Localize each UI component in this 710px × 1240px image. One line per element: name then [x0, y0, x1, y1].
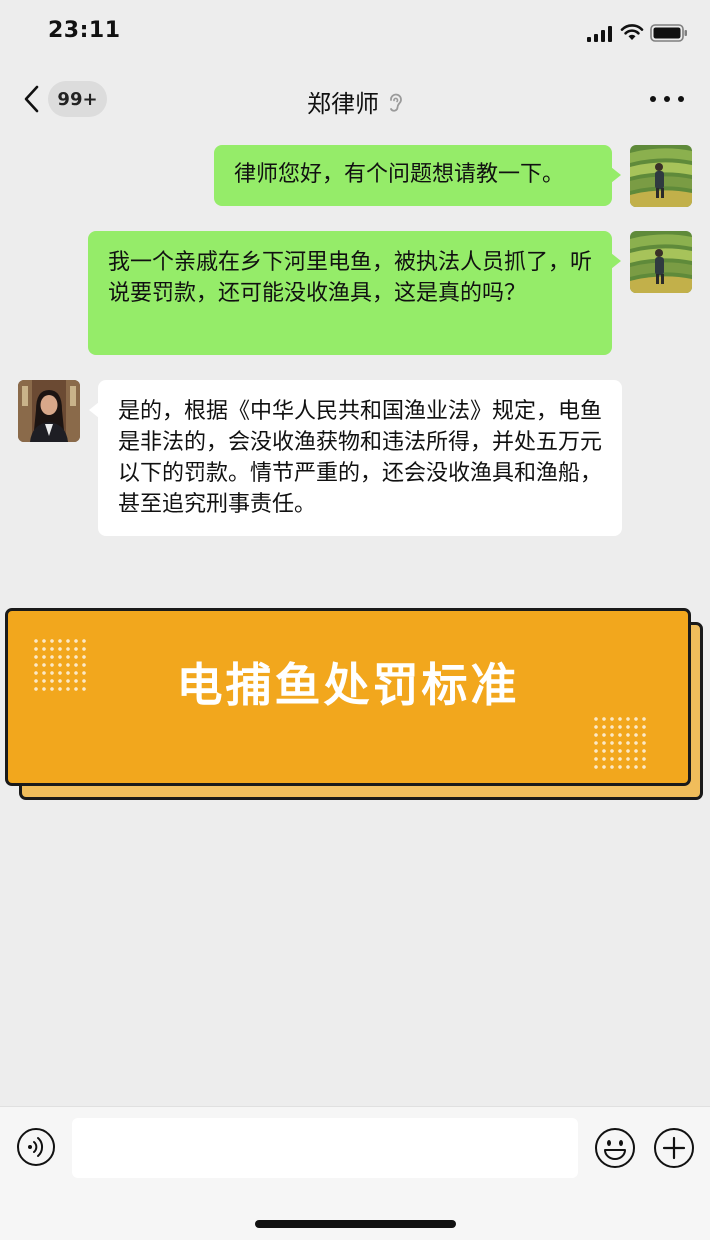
more-dots-icon[interactable]: [650, 92, 684, 106]
outgoing-message-bubble[interactable]: 律师您好，有个问题想请教一下。: [214, 145, 621, 206]
terraced-field-avatar-image: [630, 231, 692, 293]
status-bar: 23:11: [0, 0, 710, 66]
penalty-standard-banner[interactable]: 电捕鱼处罚标准: [5, 608, 705, 802]
emoji-icon[interactable]: [594, 1127, 636, 1169]
dot-pattern-decoration: [592, 715, 650, 773]
chat-title-text: 郑律师: [307, 90, 379, 118]
lawyer-avatar[interactable]: [18, 380, 80, 442]
signal-icon: [587, 26, 612, 42]
message-text: 我一个亲戚在乡下河里电鱼，被执法人员抓了，听说要罚款，还可能没收渔具，这是真的吗…: [108, 250, 593, 306]
voice-icon[interactable]: [16, 1127, 56, 1167]
banner-title: 电捕鱼处罚标准: [176, 658, 520, 712]
terraced-field-avatar-image: [630, 145, 692, 207]
outgoing-message-bubble[interactable]: 我一个亲戚在乡下河里电鱼，被执法人员抓了，听说要罚款，还可能没收渔具，这是真的吗…: [88, 231, 621, 355]
chat-nav-bar: 99+ 郑律师: [0, 70, 710, 130]
message-text: 律师您好，有个问题想请教一下。: [234, 162, 565, 187]
my-avatar[interactable]: [630, 231, 692, 293]
message-text: 是的，根据《中华人民共和国渔业法》规定，电鱼是非法的，会没收渔获物和违法所得，并…: [118, 399, 603, 517]
more-dot: [664, 96, 670, 102]
lawyer-portrait-image: [18, 380, 80, 442]
my-avatar[interactable]: [630, 145, 692, 207]
more-dot: [650, 96, 656, 102]
message-input[interactable]: [72, 1118, 578, 1178]
more-dot: [678, 96, 684, 102]
banner-card: 电捕鱼处罚标准: [5, 608, 691, 786]
chat-title: 郑律师: [0, 84, 710, 119]
ear-icon: [390, 93, 402, 112]
battery-icon: [650, 24, 687, 42]
plus-icon[interactable]: [653, 1127, 695, 1169]
wifi-icon: [620, 24, 644, 40]
incoming-message-bubble[interactable]: 是的，根据《中华人民共和国渔业法》规定，电鱼是非法的，会没收渔获物和违法所得，并…: [89, 380, 622, 536]
home-indicator[interactable]: [255, 1220, 456, 1228]
status-time: 23:11: [48, 18, 121, 43]
